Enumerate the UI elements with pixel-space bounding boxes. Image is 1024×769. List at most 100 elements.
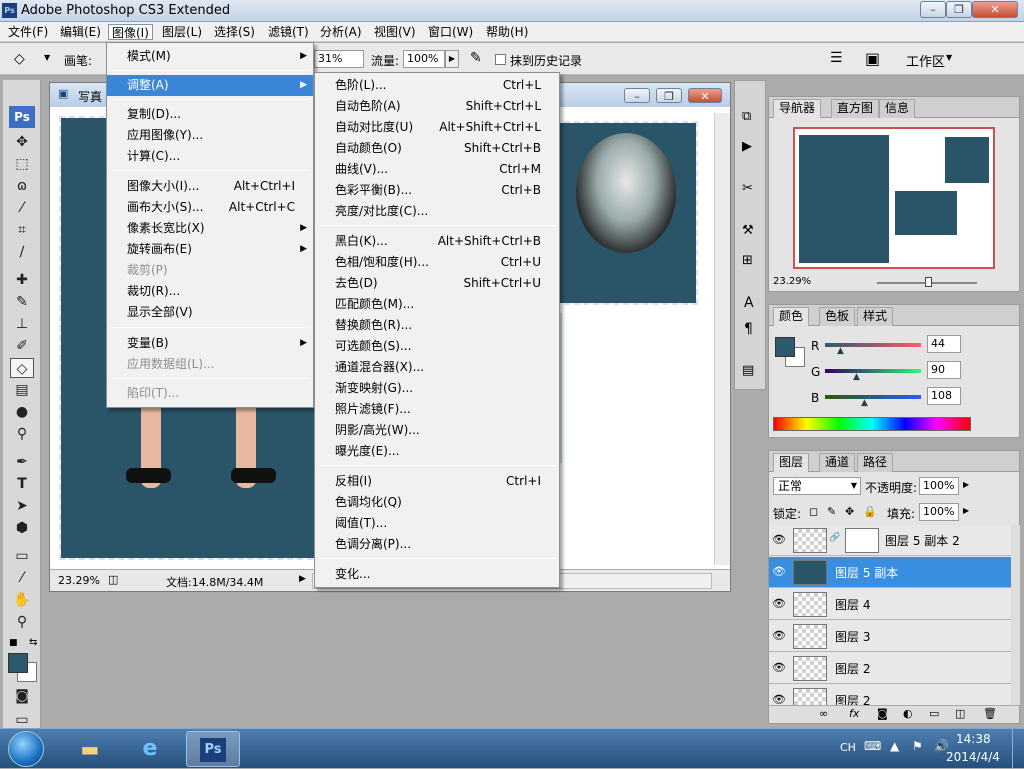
- marquee-tool-icon[interactable]: ⬚: [10, 154, 34, 174]
- start-button[interactable]: [8, 731, 44, 767]
- photoshop-taskbar-button[interactable]: Ps: [186, 731, 240, 767]
- lock-position-icon[interactable]: ✥: [845, 505, 854, 518]
- link-layers-icon[interactable]: ∞: [819, 707, 828, 720]
- tab-styles[interactable]: 样式: [857, 307, 894, 326]
- lock-all-icon[interactable]: 🔒: [863, 505, 877, 518]
- doc-maximize-button[interactable]: ❐: [656, 88, 682, 103]
- layer-opacity-field[interactable]: 100%: [919, 477, 959, 495]
- tab-paths[interactable]: 路径: [857, 453, 894, 472]
- paragraph-panel-icon[interactable]: ¶: [744, 321, 753, 337]
- show-desktop-button[interactable]: [1012, 729, 1024, 769]
- tool-preset-arrow-icon[interactable]: ▼: [44, 53, 50, 62]
- color-fg-swatch[interactable]: [775, 337, 795, 357]
- hand-tool-icon[interactable]: ✋: [10, 590, 34, 610]
- maximize-button[interactable]: ❐: [946, 1, 972, 18]
- menu-help[interactable]: 帮助(H): [483, 24, 531, 40]
- menu-item-black-white[interactable]: 黑白(K)... Alt+Shift+Ctrl+B: [315, 231, 559, 252]
- history-panel-icon[interactable]: ⧉: [742, 109, 751, 124]
- vertical-scrollbar[interactable]: [714, 113, 730, 565]
- doc-zoom-level[interactable]: 23.29%: [58, 574, 100, 587]
- menu-item-channel-mixer[interactable]: 通道混合器(X)...: [315, 357, 559, 378]
- menu-image[interactable]: 图像(I): [108, 24, 153, 40]
- visibility-eye-icon[interactable]: 👁: [772, 693, 786, 705]
- navigator-zoom[interactable]: 23.29%: [773, 276, 811, 287]
- keyboard-icon[interactable]: ⌨: [864, 739, 881, 753]
- workspace-arrow-icon[interactable]: ▼: [946, 53, 952, 62]
- menu-item-apply-image[interactable]: 应用图像(Y)...: [107, 125, 313, 146]
- tab-layers[interactable]: 图层: [773, 453, 810, 472]
- layer-mask-thumbnail[interactable]: [845, 528, 879, 553]
- r-slider-thumb-icon[interactable]: ▲: [837, 346, 844, 356]
- menu-item-auto-contrast[interactable]: 自动对比度(U) Alt+Shift+Ctrl+L: [315, 117, 559, 138]
- clock-date[interactable]: 2014/4/4: [946, 750, 1000, 764]
- menu-item-reveal-all[interactable]: 显示全部(V): [107, 302, 313, 323]
- add-mask-icon[interactable]: ◙: [877, 707, 888, 720]
- g-value[interactable]: 90: [927, 361, 961, 379]
- magic-wand-tool-icon[interactable]: ⁄: [10, 198, 34, 218]
- input-language-indicator[interactable]: CH: [840, 741, 856, 754]
- pen-tool-icon[interactable]: ✒: [10, 452, 34, 472]
- menu-item-variables[interactable]: 变量(B) ▶: [107, 333, 313, 354]
- menu-item-levels[interactable]: 色阶(L)... Ctrl+L: [315, 75, 559, 96]
- tool-presets-icon[interactable]: ✂: [742, 181, 753, 196]
- clone-source-icon[interactable]: ⊞: [742, 253, 753, 268]
- layer-fill-field[interactable]: 100%: [919, 503, 959, 521]
- visibility-eye-icon[interactable]: 👁: [772, 661, 786, 674]
- bridge-icon[interactable]: ▣: [865, 49, 880, 68]
- menu-item-image-size[interactable]: 图像大小(I)... Alt+Ctrl+I: [107, 176, 313, 197]
- g-slider-thumb-icon[interactable]: ▲: [853, 372, 860, 382]
- minimize-button[interactable]: –: [920, 1, 946, 18]
- layer-row[interactable]: 👁 🔗 图层 5 副本 2: [769, 525, 1011, 556]
- menu-item-auto-levels[interactable]: 自动色阶(A) Shift+Ctrl+L: [315, 96, 559, 117]
- menu-item-photo-filter[interactable]: 照片滤镜(F)...: [315, 399, 559, 420]
- doc-minimize-button[interactable]: –: [624, 88, 650, 103]
- menu-item-posterize[interactable]: 色调分离(P)...: [315, 534, 559, 555]
- default-colors-icon[interactable]: ■: [9, 638, 18, 648]
- menu-layer[interactable]: 图层(L): [159, 24, 205, 40]
- doc-close-button[interactable]: ✕: [688, 88, 722, 103]
- lock-transparent-icon[interactable]: ◻: [809, 505, 818, 518]
- menu-item-curves[interactable]: 曲线(V)... Ctrl+M: [315, 159, 559, 180]
- menu-item-duplicate[interactable]: 复制(D)...: [107, 104, 313, 125]
- adjustment-layer-icon[interactable]: ◐: [903, 707, 913, 720]
- character-panel-icon[interactable]: A: [744, 295, 754, 311]
- visibility-eye-icon[interactable]: 👁: [772, 533, 786, 546]
- flow-field[interactable]: 100%: [403, 50, 445, 68]
- g-slider[interactable]: [825, 369, 921, 373]
- visibility-eye-icon[interactable]: 👁: [772, 629, 786, 642]
- crop-tool-icon[interactable]: ⌗: [10, 220, 34, 240]
- r-value[interactable]: 44: [927, 335, 961, 353]
- menu-item-match-color[interactable]: 匹配颜色(M)...: [315, 294, 559, 315]
- navigator-zoom-slider-thumb[interactable]: [925, 277, 932, 287]
- layer-style-icon[interactable]: fx: [849, 707, 859, 720]
- lock-pixels-icon[interactable]: ✎: [827, 505, 836, 518]
- clock-time[interactable]: 14:38: [956, 732, 991, 746]
- slice-tool-icon[interactable]: ∕: [10, 242, 34, 262]
- navigator-preview[interactable]: [793, 127, 995, 269]
- b-slider-thumb-icon[interactable]: ▲: [861, 398, 868, 408]
- menu-item-invert[interactable]: 反相(I) Ctrl+I: [315, 471, 559, 492]
- network-icon[interactable]: ⚑: [912, 739, 923, 753]
- layer-row[interactable]: 👁 图层 2: [769, 685, 1011, 705]
- swap-colors-icon[interactable]: ⇆: [29, 637, 37, 648]
- layer-row[interactable]: 👁 图层 2: [769, 653, 1011, 684]
- menu-item-exposure[interactable]: 曝光度(E)...: [315, 441, 559, 462]
- dodge-tool-icon[interactable]: ⚲: [10, 424, 34, 444]
- path-selection-tool-icon[interactable]: ➤: [10, 496, 34, 516]
- menu-item-selective-color[interactable]: 可选颜色(S)...: [315, 336, 559, 357]
- menu-file[interactable]: 文件(F): [5, 24, 51, 40]
- palette-well-icon[interactable]: ☰: [830, 50, 843, 66]
- menu-item-color-balance[interactable]: 色彩平衡(B)... Ctrl+B: [315, 180, 559, 201]
- menu-filter[interactable]: 滤镜(T): [265, 24, 312, 40]
- menu-window[interactable]: 窗口(W): [425, 24, 476, 40]
- menu-item-pixel-aspect[interactable]: 像素长宽比(X) ▶: [107, 218, 313, 239]
- menu-item-hue-saturation[interactable]: 色相/饱和度(H)... Ctrl+U: [315, 252, 559, 273]
- menu-item-gradient-map[interactable]: 渐变映射(G)...: [315, 378, 559, 399]
- b-value[interactable]: 108: [927, 387, 961, 405]
- layer-comps-icon[interactable]: ▤: [742, 363, 754, 378]
- opacity-arrow-icon[interactable]: ▶: [963, 480, 969, 489]
- close-button[interactable]: ✕: [972, 1, 1018, 18]
- layers-scrollbar[interactable]: [1011, 525, 1020, 705]
- menu-item-equalize[interactable]: 色调均化(Q): [315, 492, 559, 513]
- menu-item-adjustments[interactable]: 调整(A) ▶: [107, 75, 313, 96]
